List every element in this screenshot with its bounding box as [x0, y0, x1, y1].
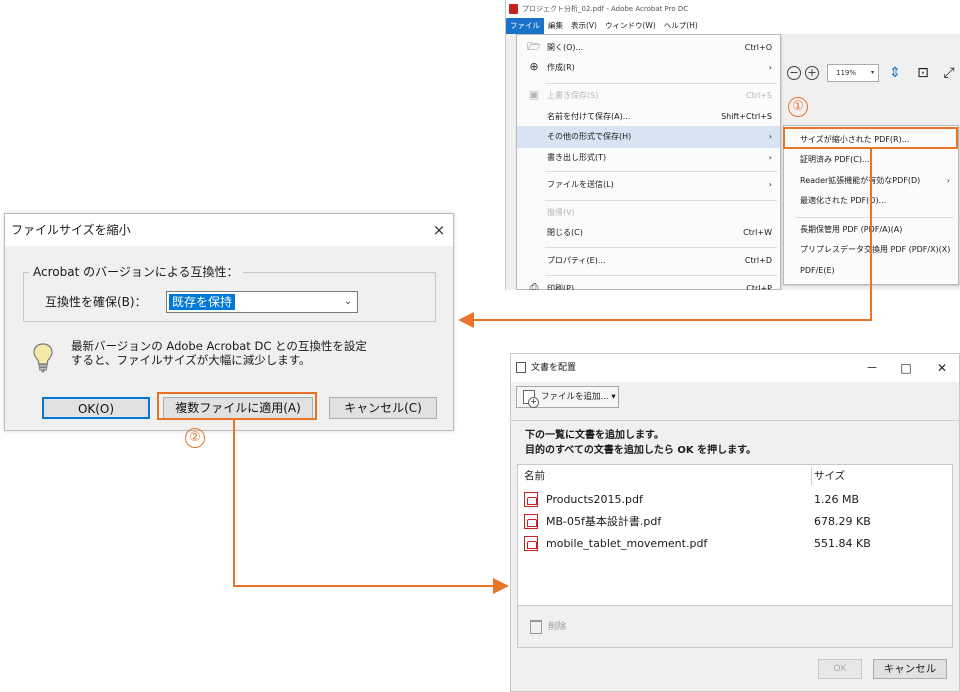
highlight-reduced-size-pdf	[783, 127, 958, 149]
arrange-title: 文書を配置	[531, 363, 577, 373]
acrobat-window-title: プロジェクト分析_02.pdf - Adobe Acrobat Pro DC	[522, 5, 689, 13]
menu-item-create[interactable]: ⊕ 作成(R) ›	[517, 57, 780, 79]
file-list-table: 名前 サイズ Products2015.pdf 1.26 MB MB-05f基本…	[517, 464, 953, 606]
maximize-icon[interactable]: □	[891, 354, 921, 382]
instruction-text: 下の一覧に文書を追加します。 目的のすべての文書を追加したら OK を押します。	[511, 420, 959, 464]
dialog-title: ファイルサイズを縮小	[5, 214, 453, 246]
file-menu: 🗁 開く(O)... Ctrl+O ⊕ 作成(R) › ▣ 上書き保存(S) Ctrl…	[516, 34, 781, 290]
delete-button: 削除	[528, 616, 566, 638]
add-file-icon	[523, 390, 539, 408]
print-icon: ⎙	[529, 281, 539, 290]
menu-item-save-as[interactable]: 名前を付けて保存(A)... Shift+Ctrl+S	[517, 106, 780, 128]
arrange-documents-window: 文書を配置 － □ ✕ ファイルを追加... ▾ 下の一覧に文書を追加します。 …	[510, 353, 960, 692]
menu-item-properties[interactable]: プロパティ(E)... Ctrl+D	[517, 250, 780, 272]
add-files-button[interactable]: ファイルを追加... ▾	[516, 386, 619, 408]
menu-item-export[interactable]: 書き出し形式(T) ›	[517, 147, 780, 169]
pdf-file-icon	[524, 536, 538, 551]
submenu-item-certified-pdf[interactable]: 証明済み PDF(C)...	[784, 149, 958, 171]
ok-button[interactable]: OK(O)	[42, 397, 150, 419]
pdf-file-icon	[524, 514, 538, 529]
table-row[interactable]: Products2015.pdf 1.26 MB	[518, 489, 952, 511]
menu-item-close[interactable]: 閉じる(C) Ctrl+W	[517, 222, 780, 244]
menu-file[interactable]: ファイル	[506, 18, 544, 34]
arrange-cancel-button[interactable]: キャンセル	[873, 659, 947, 679]
trash-icon	[530, 620, 542, 634]
submenu-item-reader-extended-pdf[interactable]: Reader拡張機能が有効なPDF(D) ›	[784, 170, 958, 192]
close-icon[interactable]: ×	[429, 220, 449, 240]
step-badge-1: ①	[788, 97, 808, 117]
chevron-down-icon: ▾	[611, 392, 616, 402]
compat-select[interactable]: 既存を保持 ⌄	[166, 291, 358, 313]
minimize-icon[interactable]: －	[857, 354, 887, 382]
compat-group-label: Acrobat のバージョンによる互換性：	[29, 264, 243, 280]
zoom-in-icon[interactable]: +	[805, 66, 819, 80]
pdf-file-icon	[524, 492, 538, 507]
menu-item-save-as-other[interactable]: その他の形式で保存(H) ›	[517, 126, 780, 148]
column-header-name[interactable]: 名前	[524, 467, 545, 485]
menu-item-open[interactable]: 🗁 開く(O)... Ctrl+O	[517, 37, 780, 59]
chevron-down-icon: ▾	[870, 69, 874, 76]
arrange-window-icon	[516, 362, 526, 373]
delete-bar: 削除	[517, 606, 953, 648]
create-icon: ⊕	[529, 60, 539, 73]
highlight-apply-multiple	[157, 392, 317, 420]
compat-field-label: 互換性を確保(B)：	[45, 295, 147, 309]
menu-item-send-file[interactable]: ファイルを送信(L) ›	[517, 174, 780, 196]
save-icon: ▣	[528, 88, 540, 101]
column-header-size[interactable]: サイズ	[814, 467, 845, 485]
save-as-other-submenu: サイズが縮小された PDF(R)... 証明済み PDF(C)... Reade…	[783, 125, 959, 285]
lightbulb-icon	[33, 343, 53, 373]
table-row[interactable]: MB-05f基本設計書.pdf 678.29 KB	[518, 511, 952, 533]
zoom-out-icon[interactable]: −	[787, 66, 801, 80]
page-view-icon[interactable]: ⊡	[915, 64, 931, 82]
compat-select-value: 既存を保持	[169, 294, 236, 310]
chevron-down-icon: ⌄	[343, 296, 353, 307]
cancel-button[interactable]: キャンセル(C)	[329, 397, 437, 419]
arrow-to-arrange-window	[233, 420, 509, 594]
info-text: 最新バージョンの Adobe Acrobat DC との互換性を設定 すると、フ…	[71, 339, 367, 367]
zoom-select[interactable]: 119% ▾	[827, 64, 879, 82]
submenu-item-pdf-e[interactable]: PDF/E(E)	[784, 260, 958, 282]
table-row[interactable]: mobile_tablet_movement.pdf 551.84 KB	[518, 533, 952, 555]
submenu-item-pdf-x[interactable]: プリプレスデータ交換用 PDF (PDF/X)(X)	[784, 239, 958, 261]
pdf-app-icon	[509, 4, 518, 14]
menu-item-revert: 復帰(V)	[547, 208, 575, 217]
acrobat-menubar: ファイル 編集 表示(V) ウィンドウ(W) ヘルプ(H)	[506, 18, 960, 34]
menu-view[interactable]: 表示(V)	[567, 18, 601, 34]
menu-help[interactable]: ヘルプ(H)	[660, 18, 702, 34]
menu-window[interactable]: ウィンドウ(W)	[601, 18, 660, 34]
menu-edit[interactable]: 編集	[544, 18, 567, 34]
arrange-title-bar: 文書を配置 － □ ✕	[511, 354, 959, 382]
folder-icon: 🗁	[527, 40, 541, 53]
full-screen-icon[interactable]: ⤢	[941, 64, 957, 82]
arrange-ok-button: OK	[818, 659, 862, 679]
acrobat-title-bar: プロジェクト分析_02.pdf - Adobe Acrobat Pro DC	[506, 0, 960, 18]
submenu-item-optimized-pdf[interactable]: 最適化された PDF(O)...	[784, 190, 958, 212]
menu-item-save: ▣ 上書き保存(S) Ctrl+S	[528, 88, 772, 101]
acrobat-toolbar: − + 119% ▾ ⇕ ⊡ ⤢	[781, 56, 960, 92]
submenu-item-pdf-a[interactable]: 長期保管用 PDF (PDF/A)(A)	[784, 219, 958, 241]
step-badge-2: ②	[185, 428, 205, 448]
close-icon[interactable]: ✕	[927, 354, 957, 382]
fit-page-icon[interactable]: ⇕	[887, 64, 903, 82]
menu-item-print[interactable]: ⎙ 印刷(P)... Ctrl+P	[517, 278, 780, 290]
